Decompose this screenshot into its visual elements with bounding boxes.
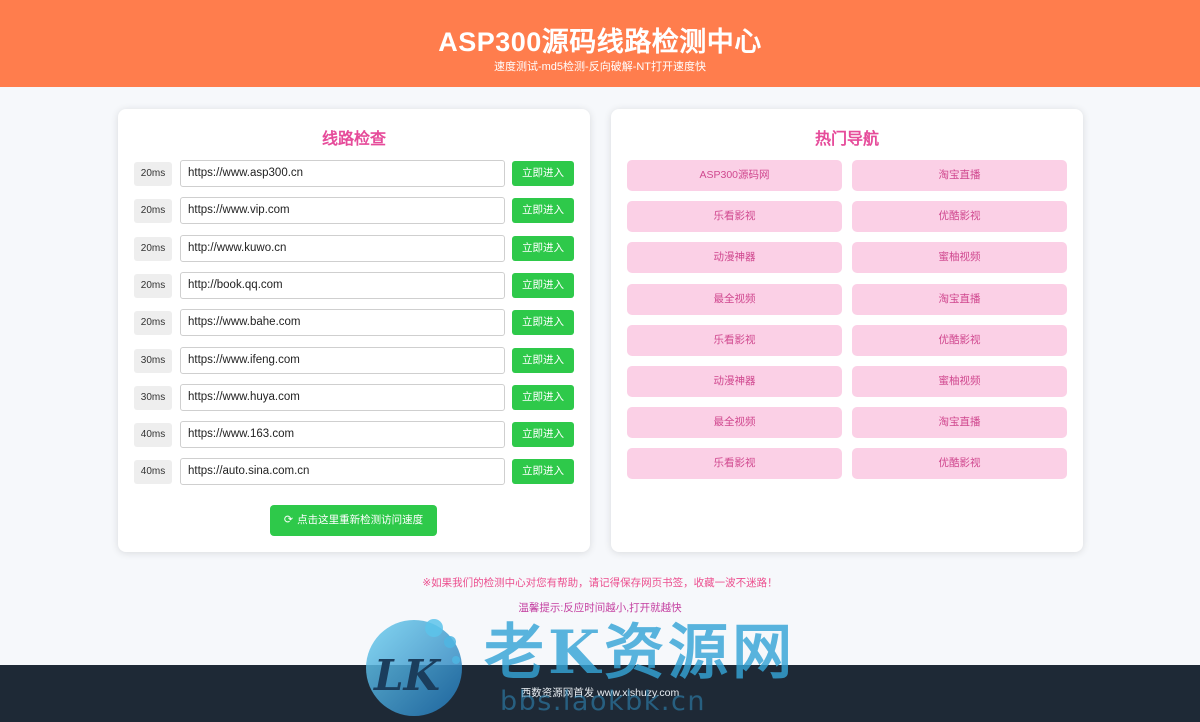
enter-now-button[interactable]: 立即进入 — [512, 347, 574, 373]
refresh-icon: ⟳ — [283, 514, 294, 526]
url-field[interactable]: https://auto.sina.com.cn — [180, 458, 505, 486]
nav-link[interactable]: 淘宝直播 — [852, 283, 1067, 315]
nav-link[interactable]: 乐看影视 — [627, 448, 842, 480]
page-footer: 西数资源网首发 www.xishuzy.com — [0, 665, 1200, 722]
line-row: 40ms https://auto.sina.com.cn 立即进入 — [134, 458, 574, 486]
nav-link[interactable]: 蜜柚视频 — [852, 242, 1067, 274]
line-row: 20ms https://www.asp300.cn 立即进入 — [134, 160, 574, 187]
line-row: 20ms https://www.vip.com 立即进入 — [134, 197, 574, 225]
enter-now-button[interactable]: 立即进入 — [512, 459, 574, 485]
nav-link[interactable]: ASP300源码网 — [627, 160, 842, 191]
line-row: 20ms http://www.kuwo.cn 立即进入 — [134, 234, 574, 262]
recheck-label: 点击这里重新检测访问速度 — [297, 514, 424, 526]
latency-badge: 20ms — [134, 162, 172, 186]
enter-now-button[interactable]: 立即进入 — [512, 272, 574, 298]
nav-link[interactable]: 乐看影视 — [627, 201, 842, 233]
line-row: 30ms https://www.ifeng.com 立即进入 — [134, 346, 574, 374]
latency-badge: 20ms — [134, 273, 172, 298]
nav-link[interactable]: 淘宝直播 — [852, 407, 1067, 439]
page-subtitle: 速度测试-md5检测-反向破解-NT打开速度快 — [493, 61, 707, 73]
nav-link[interactable]: 最全视频 — [627, 407, 842, 439]
nav-link[interactable]: 动漫神器 — [627, 242, 842, 274]
line-row: 30ms https://www.huya.com 立即进入 — [134, 383, 574, 411]
nav-link[interactable]: 最全视频 — [627, 283, 842, 315]
footer-text: 西数资源网首发 www.xishuzy.com — [520, 687, 680, 699]
url-field[interactable]: https://www.vip.com — [180, 197, 505, 225]
enter-now-button[interactable]: 立即进入 — [512, 161, 574, 186]
latency-badge: 20ms — [134, 236, 172, 261]
page-header: ASP300源码线路检测中心 速度测试-md5检测-反向破解-NT打开速度快 — [0, 0, 1200, 87]
hot-nav-title: 热门导航 — [814, 131, 879, 148]
latency-badge: 40ms — [134, 423, 172, 448]
latency-badge: 30ms — [134, 348, 172, 373]
enter-now-button[interactable]: 立即进入 — [512, 198, 574, 224]
url-field[interactable]: https://www.bahe.com — [180, 309, 505, 337]
line-row: 20ms https://www.bahe.com 立即进入 — [134, 309, 574, 337]
url-field[interactable]: https://www.huya.com — [180, 383, 505, 411]
url-field[interactable]: https://www.163.com — [180, 421, 505, 449]
enter-now-button[interactable]: 立即进入 — [512, 310, 574, 336]
nav-link[interactable]: 淘宝直播 — [852, 160, 1067, 191]
latency-badge: 40ms — [134, 460, 172, 485]
line-row: 20ms http://book.qq.com 立即进入 — [134, 271, 574, 299]
line-row: 40ms https://www.163.com 立即进入 — [134, 421, 574, 449]
nav-link[interactable]: 优酷影视 — [852, 324, 1067, 356]
hot-nav-panel: 热门导航 ASP300源码网 淘宝直播 乐看影视 优酷影视 动漫神器 蜜柚视频 最全视频 淘宝… — [611, 109, 1083, 552]
url-field[interactable]: http://www.kuwo.cn — [180, 234, 505, 262]
enter-now-button[interactable]: 立即进入 — [512, 235, 574, 261]
url-field[interactable]: https://www.asp300.cn — [180, 160, 505, 187]
url-field[interactable]: http://book.qq.com — [180, 271, 505, 299]
line-check-title: 线路检查 — [321, 131, 386, 148]
nav-link[interactable]: 乐看影视 — [627, 324, 842, 356]
page-title: ASP300源码线路检测中心 — [438, 27, 762, 57]
line-check-panel: 线路检查 20ms https://www.asp300.cn 立即进入 20ms ht… — [118, 109, 590, 552]
recheck-speed-button[interactable]: ⟳ 点击这里重新检测访问速度 — [270, 505, 437, 536]
nav-link[interactable]: 优酷影视 — [852, 448, 1067, 480]
latency-hint: 温馨提示:反应时间越小,打开就越快 — [518, 602, 682, 614]
enter-now-button[interactable]: 立即进入 — [512, 422, 574, 448]
latency-badge: 20ms — [134, 311, 172, 336]
latency-badge: 20ms — [134, 199, 172, 224]
nav-link[interactable]: 优酷影视 — [852, 201, 1067, 233]
bookmark-tip: ※如果我们的检测中心对您有帮助，请记得保存网页书签，收藏一波不迷路！ — [422, 577, 778, 589]
latency-badge: 30ms — [134, 385, 172, 410]
nav-link[interactable]: 动漫神器 — [627, 366, 842, 397]
url-field[interactable]: https://www.ifeng.com — [180, 346, 505, 374]
enter-now-button[interactable]: 立即进入 — [512, 384, 574, 410]
nav-link[interactable]: 蜜柚视频 — [852, 366, 1067, 397]
